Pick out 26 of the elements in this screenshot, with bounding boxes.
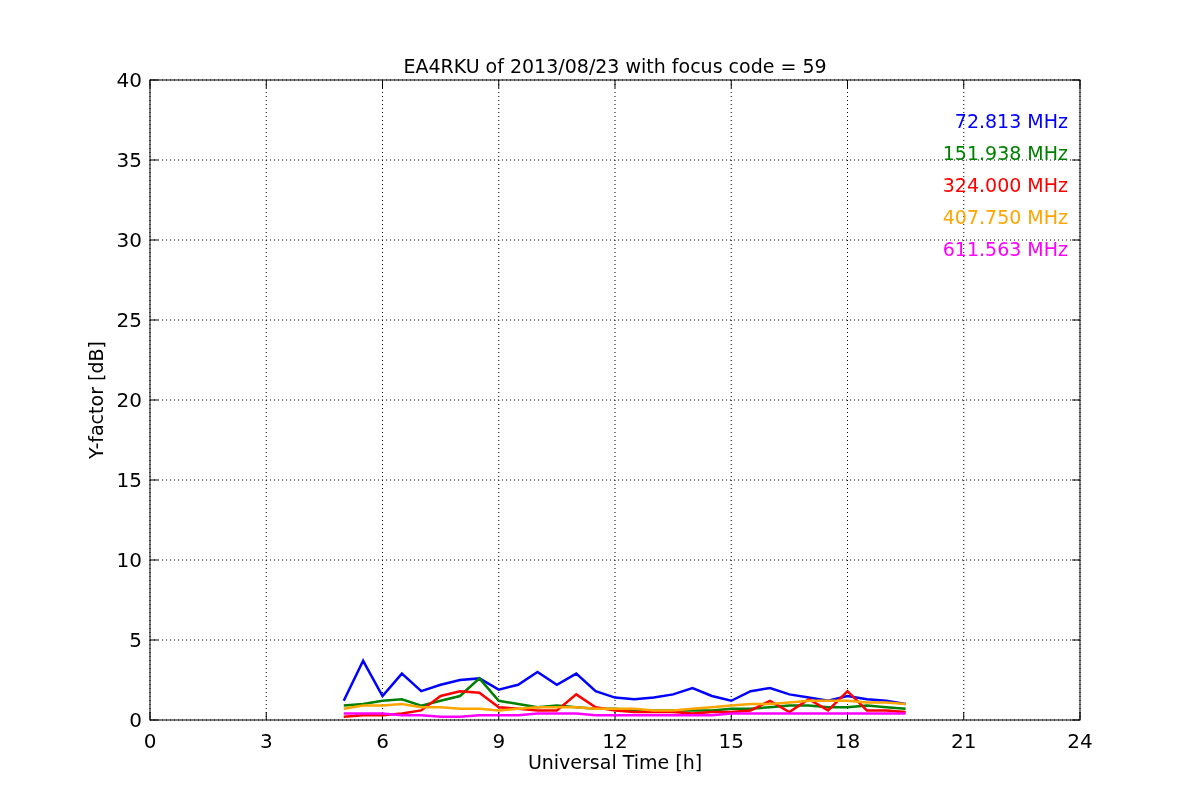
axis-label: Y-factor [dB] xyxy=(85,341,107,459)
tick-label: 20 xyxy=(116,388,142,412)
legend-label: 151.938 MHz xyxy=(942,142,1068,164)
tick-label: 10 xyxy=(116,548,142,572)
tick-label: 21 xyxy=(951,729,977,753)
tick-label: 9 xyxy=(492,729,506,753)
tick-label: 15 xyxy=(116,468,142,492)
tick-label: 24 xyxy=(1067,729,1093,753)
tick-label: 3 xyxy=(259,729,273,753)
tick-label: 35 xyxy=(116,148,142,172)
chart-title: EA4RKU of 2013/08/23 with focus code = 59 xyxy=(403,55,827,77)
tick-label: 0 xyxy=(143,729,157,753)
legend-label: 407.750 MHz xyxy=(942,206,1068,228)
legend-label: 324.000 MHz xyxy=(942,174,1068,196)
legend-label: 72.813 MHz xyxy=(954,110,1068,132)
tick-label: 40 xyxy=(116,68,142,92)
tick-label: 12 xyxy=(602,729,628,753)
tick-label: 15 xyxy=(718,729,744,753)
legend-label: 611.563 MHz xyxy=(942,238,1068,260)
tick-label: 0 xyxy=(129,708,142,732)
tick-label: 6 xyxy=(376,729,389,753)
tick-label: 5 xyxy=(129,628,142,652)
tick-label: 30 xyxy=(116,228,142,252)
axis-label: Universal Time [h] xyxy=(527,751,703,773)
tick-label: 25 xyxy=(116,308,142,332)
tick-label: 18 xyxy=(834,729,861,753)
